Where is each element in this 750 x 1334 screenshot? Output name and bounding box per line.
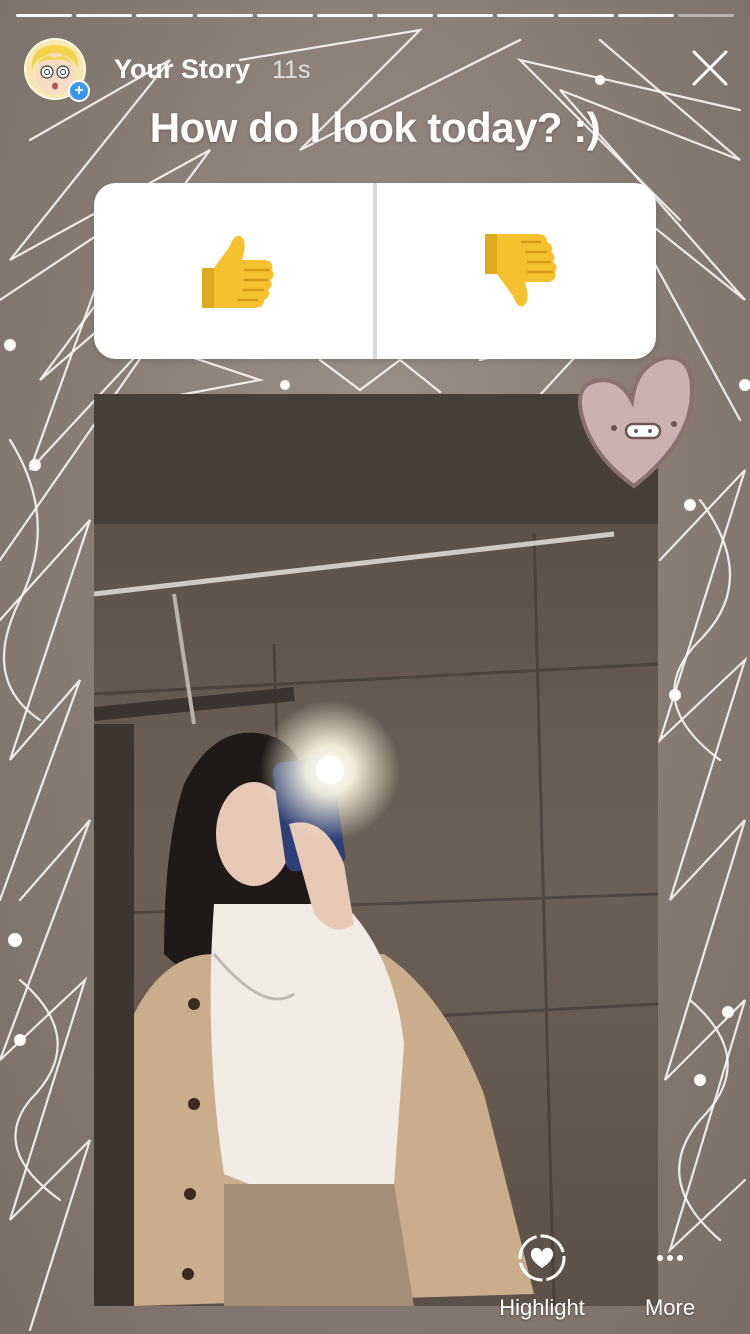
- progress-segment: [136, 14, 193, 17]
- story-progress-bar: [16, 14, 735, 18]
- thumbs-up-icon: [201, 235, 274, 308]
- progress-segment: [557, 14, 614, 17]
- highlight-button[interactable]: Highlight: [490, 1233, 594, 1321]
- story-timestamp: 11s: [272, 56, 311, 84]
- highlight-label: Highlight: [499, 1295, 585, 1320]
- progress-segment: [377, 14, 434, 17]
- more-label: More: [644, 1295, 696, 1320]
- add-story-plus-icon[interactable]: +: [68, 80, 90, 102]
- thumbs-down-icon: [484, 234, 557, 307]
- story-photo: [94, 394, 658, 1306]
- more-dots-icon: [657, 1255, 683, 1261]
- story-owner-name[interactable]: Your Story: [114, 54, 250, 85]
- progress-segment: [256, 14, 313, 17]
- poll-sticker[interactable]: [94, 183, 656, 359]
- progress-segment: [497, 14, 554, 17]
- heart-sticker[interactable]: [574, 346, 704, 496]
- progress-segment: [677, 14, 735, 17]
- progress-segment: [196, 14, 253, 17]
- mirror-selfie-image: [94, 394, 658, 1306]
- progress-segment: [437, 14, 494, 17]
- heart-face-icon: [577, 355, 695, 489]
- poll-option-thumbs-down[interactable]: [377, 183, 656, 359]
- progress-segment: [617, 14, 674, 17]
- close-button[interactable]: [688, 46, 732, 90]
- progress-segment: [316, 14, 374, 17]
- poll-question: How do I look today? :): [149, 104, 601, 151]
- poll-option-thumbs-up[interactable]: [94, 183, 373, 359]
- progress-segment: [16, 14, 73, 17]
- more-button[interactable]: More: [630, 1233, 710, 1321]
- progress-segment: [76, 14, 133, 17]
- highlight-heart-icon: [518, 1234, 566, 1282]
- close-icon: [692, 50, 728, 86]
